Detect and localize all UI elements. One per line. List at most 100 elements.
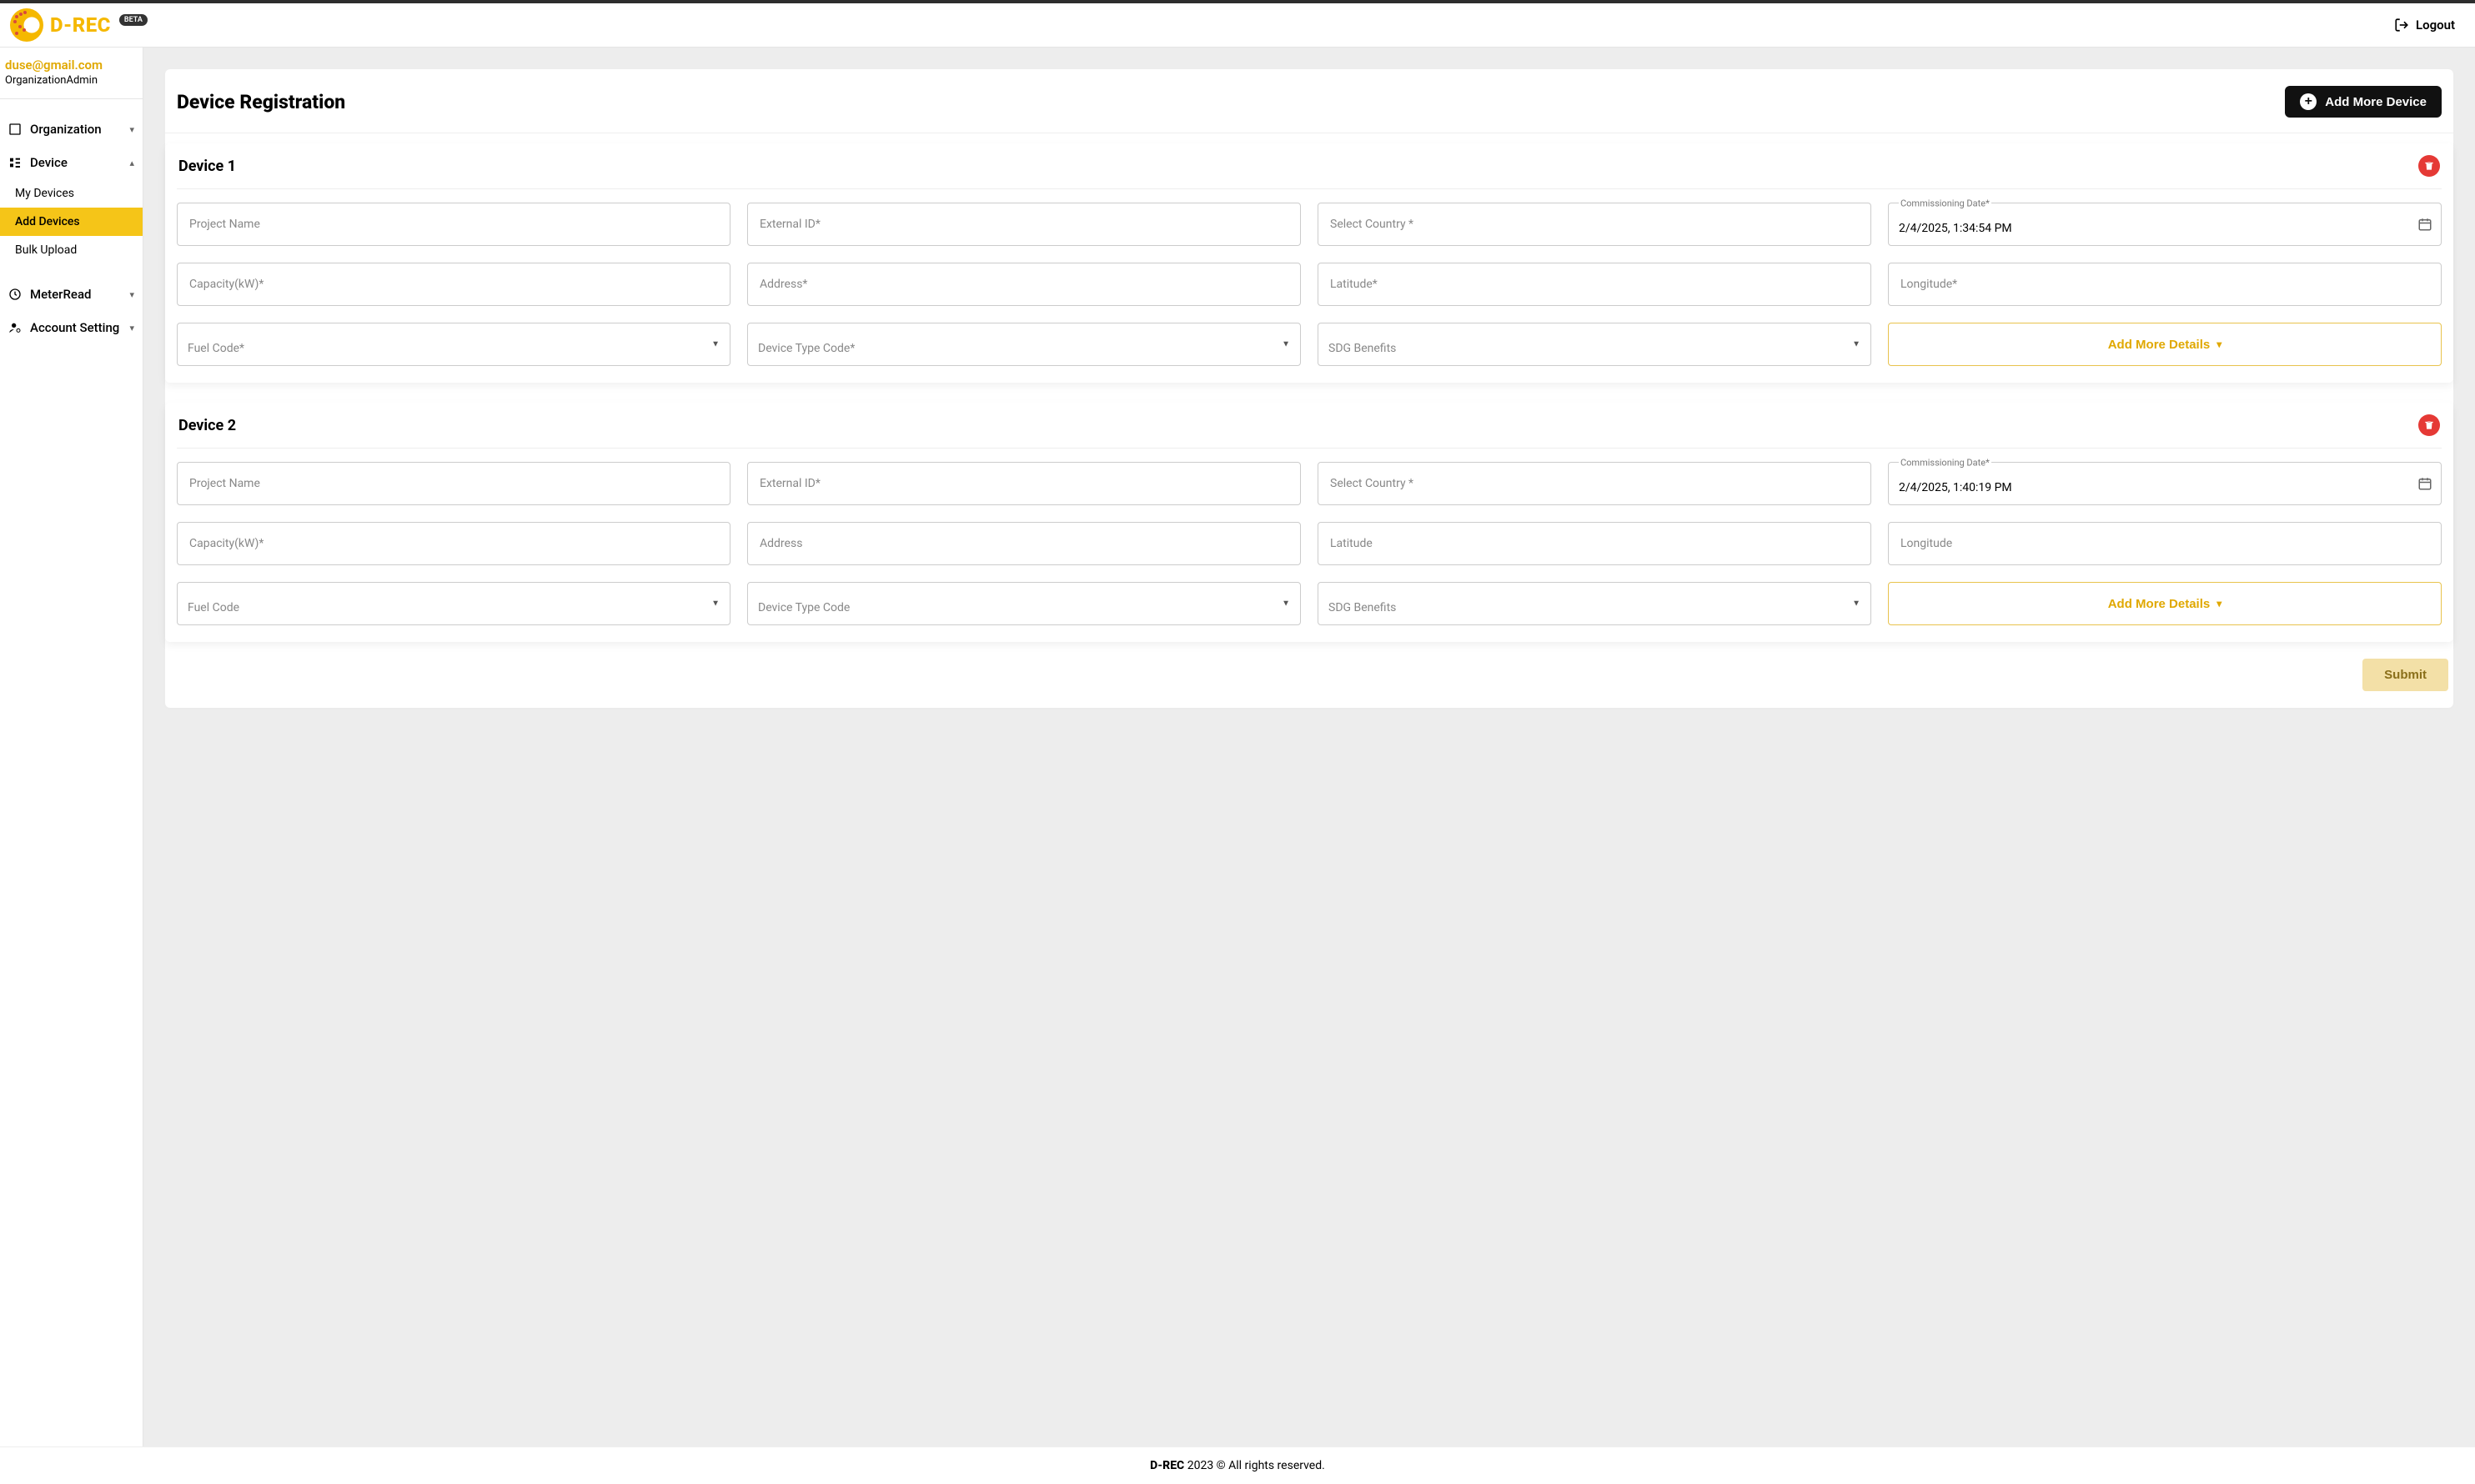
- external-id-field[interactable]: External ID*: [747, 462, 1301, 505]
- nav-device-label: Device: [30, 155, 68, 170]
- delete-device-button[interactable]: [2418, 155, 2440, 177]
- topbar: D-REC BETA Logout: [0, 3, 2475, 48]
- project-name-input[interactable]: [178, 203, 730, 245]
- building-icon: [8, 123, 22, 136]
- nav-account-setting[interactable]: Account Setting ▾: [0, 311, 143, 344]
- sdg-benefits-select[interactable]: SDG Benefits: [1318, 583, 1870, 624]
- device-icon: [8, 156, 22, 169]
- nav-meterread[interactable]: MeterRead ▾: [0, 278, 143, 311]
- nav-bulk-upload[interactable]: Bulk Upload: [0, 236, 143, 264]
- capacity-input[interactable]: [178, 263, 730, 305]
- device-card: Device 2 Project Name External ID*: [165, 403, 2453, 642]
- user-email: duse@gmail.com: [5, 58, 138, 73]
- device-type-code-select[interactable]: Device Type Code: [748, 583, 1300, 624]
- project-name-field[interactable]: Project Name: [177, 462, 730, 505]
- commissioning-date-field[interactable]: Commissioning Date*: [1888, 203, 2442, 246]
- sidebar-nav: Organization ▾ Device ▴ My Devices Add D…: [0, 99, 143, 344]
- external-id-input[interactable]: [748, 463, 1300, 504]
- add-more-device-button[interactable]: + Add More Device: [2285, 86, 2442, 118]
- main-content: Device Registration + Add More Device De…: [143, 48, 2475, 1446]
- footer-text: 2023 © All rights reserved.: [1184, 1459, 1325, 1472]
- project-name-input[interactable]: [178, 463, 730, 504]
- add-more-details-label: Add More Details: [2108, 597, 2211, 611]
- country-field[interactable]: Select Country *: [1318, 203, 1871, 246]
- sidebar: duse@gmail.com OrganizationAdmin Organiz…: [0, 48, 143, 1446]
- device-type-code-field[interactable]: Device Type Code* ▼: [747, 323, 1301, 366]
- device-card-header: Device 2: [177, 403, 2442, 449]
- fuel-code-select[interactable]: Fuel Code*: [178, 323, 730, 365]
- page-title: Device Registration: [177, 91, 345, 113]
- submit-row: Submit: [165, 642, 2453, 691]
- latitude-field[interactable]: Latitude*: [1318, 263, 1871, 306]
- external-id-field[interactable]: External ID*: [747, 203, 1301, 246]
- external-id-input[interactable]: [748, 203, 1300, 245]
- add-more-details-label: Add More Details: [2108, 338, 2211, 352]
- address-field[interactable]: Address*: [747, 263, 1301, 306]
- fuel-code-field[interactable]: Fuel Code* ▼: [177, 323, 730, 366]
- device-type-code-field[interactable]: Device Type Code ▼: [747, 582, 1301, 625]
- address-field[interactable]: Address: [747, 522, 1301, 565]
- longitude-field[interactable]: Longitude*: [1888, 263, 2442, 306]
- user-block: duse@gmail.com OrganizationAdmin: [0, 48, 143, 99]
- add-more-device-label: Add More Device: [2325, 95, 2427, 109]
- chevron-down-icon: ▾: [129, 289, 134, 300]
- address-input[interactable]: [748, 263, 1300, 305]
- country-select[interactable]: [1318, 463, 1870, 504]
- longitude-input[interactable]: [1889, 523, 2441, 564]
- project-name-field[interactable]: Project Name: [177, 203, 730, 246]
- device-form: Project Name External ID* Select Country…: [177, 449, 2442, 625]
- longitude-field[interactable]: Longitude: [1888, 522, 2442, 565]
- country-select[interactable]: [1318, 203, 1870, 245]
- user-role: OrganizationAdmin: [5, 74, 138, 87]
- device-title: Device 1: [178, 158, 236, 175]
- trash-icon: [2423, 160, 2435, 172]
- brand-name: D-REC: [50, 13, 111, 37]
- plus-circle-icon: +: [2300, 93, 2317, 110]
- chevron-down-icon: ▾: [2216, 598, 2221, 609]
- nav-device-submenu: My Devices Add Devices Bulk Upload: [0, 179, 143, 264]
- meter-icon: [8, 288, 22, 301]
- nav-my-devices[interactable]: My Devices: [0, 179, 143, 208]
- footer: D-REC 2023 © All rights reserved.: [0, 1446, 2475, 1484]
- latitude-input[interactable]: [1318, 523, 1870, 564]
- chevron-down-icon: ▾: [129, 124, 134, 135]
- fuel-code-field[interactable]: Fuel Code ▼: [177, 582, 730, 625]
- capacity-field[interactable]: Capacity(kW)*: [177, 522, 730, 565]
- latitude-field[interactable]: Latitude: [1318, 522, 1871, 565]
- sdg-benefits-field[interactable]: SDG Benefits ▼: [1318, 323, 1871, 366]
- sdg-benefits-select[interactable]: SDG Benefits: [1318, 323, 1870, 365]
- footer-brand: D-REC: [1150, 1459, 1184, 1472]
- commissioning-date-input[interactable]: [1889, 203, 2441, 245]
- country-field[interactable]: Select Country *: [1318, 462, 1871, 505]
- device-form: Project Name External ID* Select Country…: [177, 189, 2442, 366]
- device-type-code-select[interactable]: Device Type Code*: [748, 323, 1300, 365]
- delete-device-button[interactable]: [2418, 414, 2440, 436]
- chevron-down-icon: ▾: [129, 323, 134, 333]
- device-card-header: Device 1: [177, 143, 2442, 189]
- add-more-details-button[interactable]: Add More Details ▾: [1888, 323, 2442, 366]
- sdg-benefits-field[interactable]: SDG Benefits ▼: [1318, 582, 1871, 625]
- capacity-input[interactable]: [178, 523, 730, 564]
- address-input[interactable]: [748, 523, 1300, 564]
- longitude-input[interactable]: [1889, 263, 2441, 305]
- add-more-details-button[interactable]: Add More Details ▾: [1888, 582, 2442, 625]
- commissioning-date-input[interactable]: [1889, 463, 2441, 504]
- logout-button[interactable]: Logout: [2394, 18, 2455, 33]
- device-title: Device 2: [178, 417, 236, 434]
- commissioning-date-field[interactable]: Commissioning Date*: [1888, 462, 2442, 505]
- nav-add-devices[interactable]: Add Devices: [0, 208, 143, 236]
- nav-account-setting-label: Account Setting: [30, 320, 119, 335]
- beta-badge: BETA: [119, 14, 148, 26]
- latitude-input[interactable]: [1318, 263, 1870, 305]
- chevron-down-icon: ▾: [2216, 338, 2221, 350]
- brand-logo-mark: [10, 8, 43, 42]
- nav-organization[interactable]: Organization ▾: [0, 113, 143, 146]
- nav-organization-label: Organization: [30, 122, 102, 137]
- device-card: Device 1 Project Name External ID*: [165, 143, 2453, 383]
- user-gear-icon: [8, 321, 22, 334]
- nav-device[interactable]: Device ▴: [0, 146, 143, 179]
- capacity-field[interactable]: Capacity(kW)*: [177, 263, 730, 306]
- fuel-code-select[interactable]: Fuel Code: [178, 583, 730, 624]
- submit-button[interactable]: Submit: [2362, 659, 2448, 691]
- brand-logo[interactable]: D-REC BETA: [10, 8, 148, 42]
